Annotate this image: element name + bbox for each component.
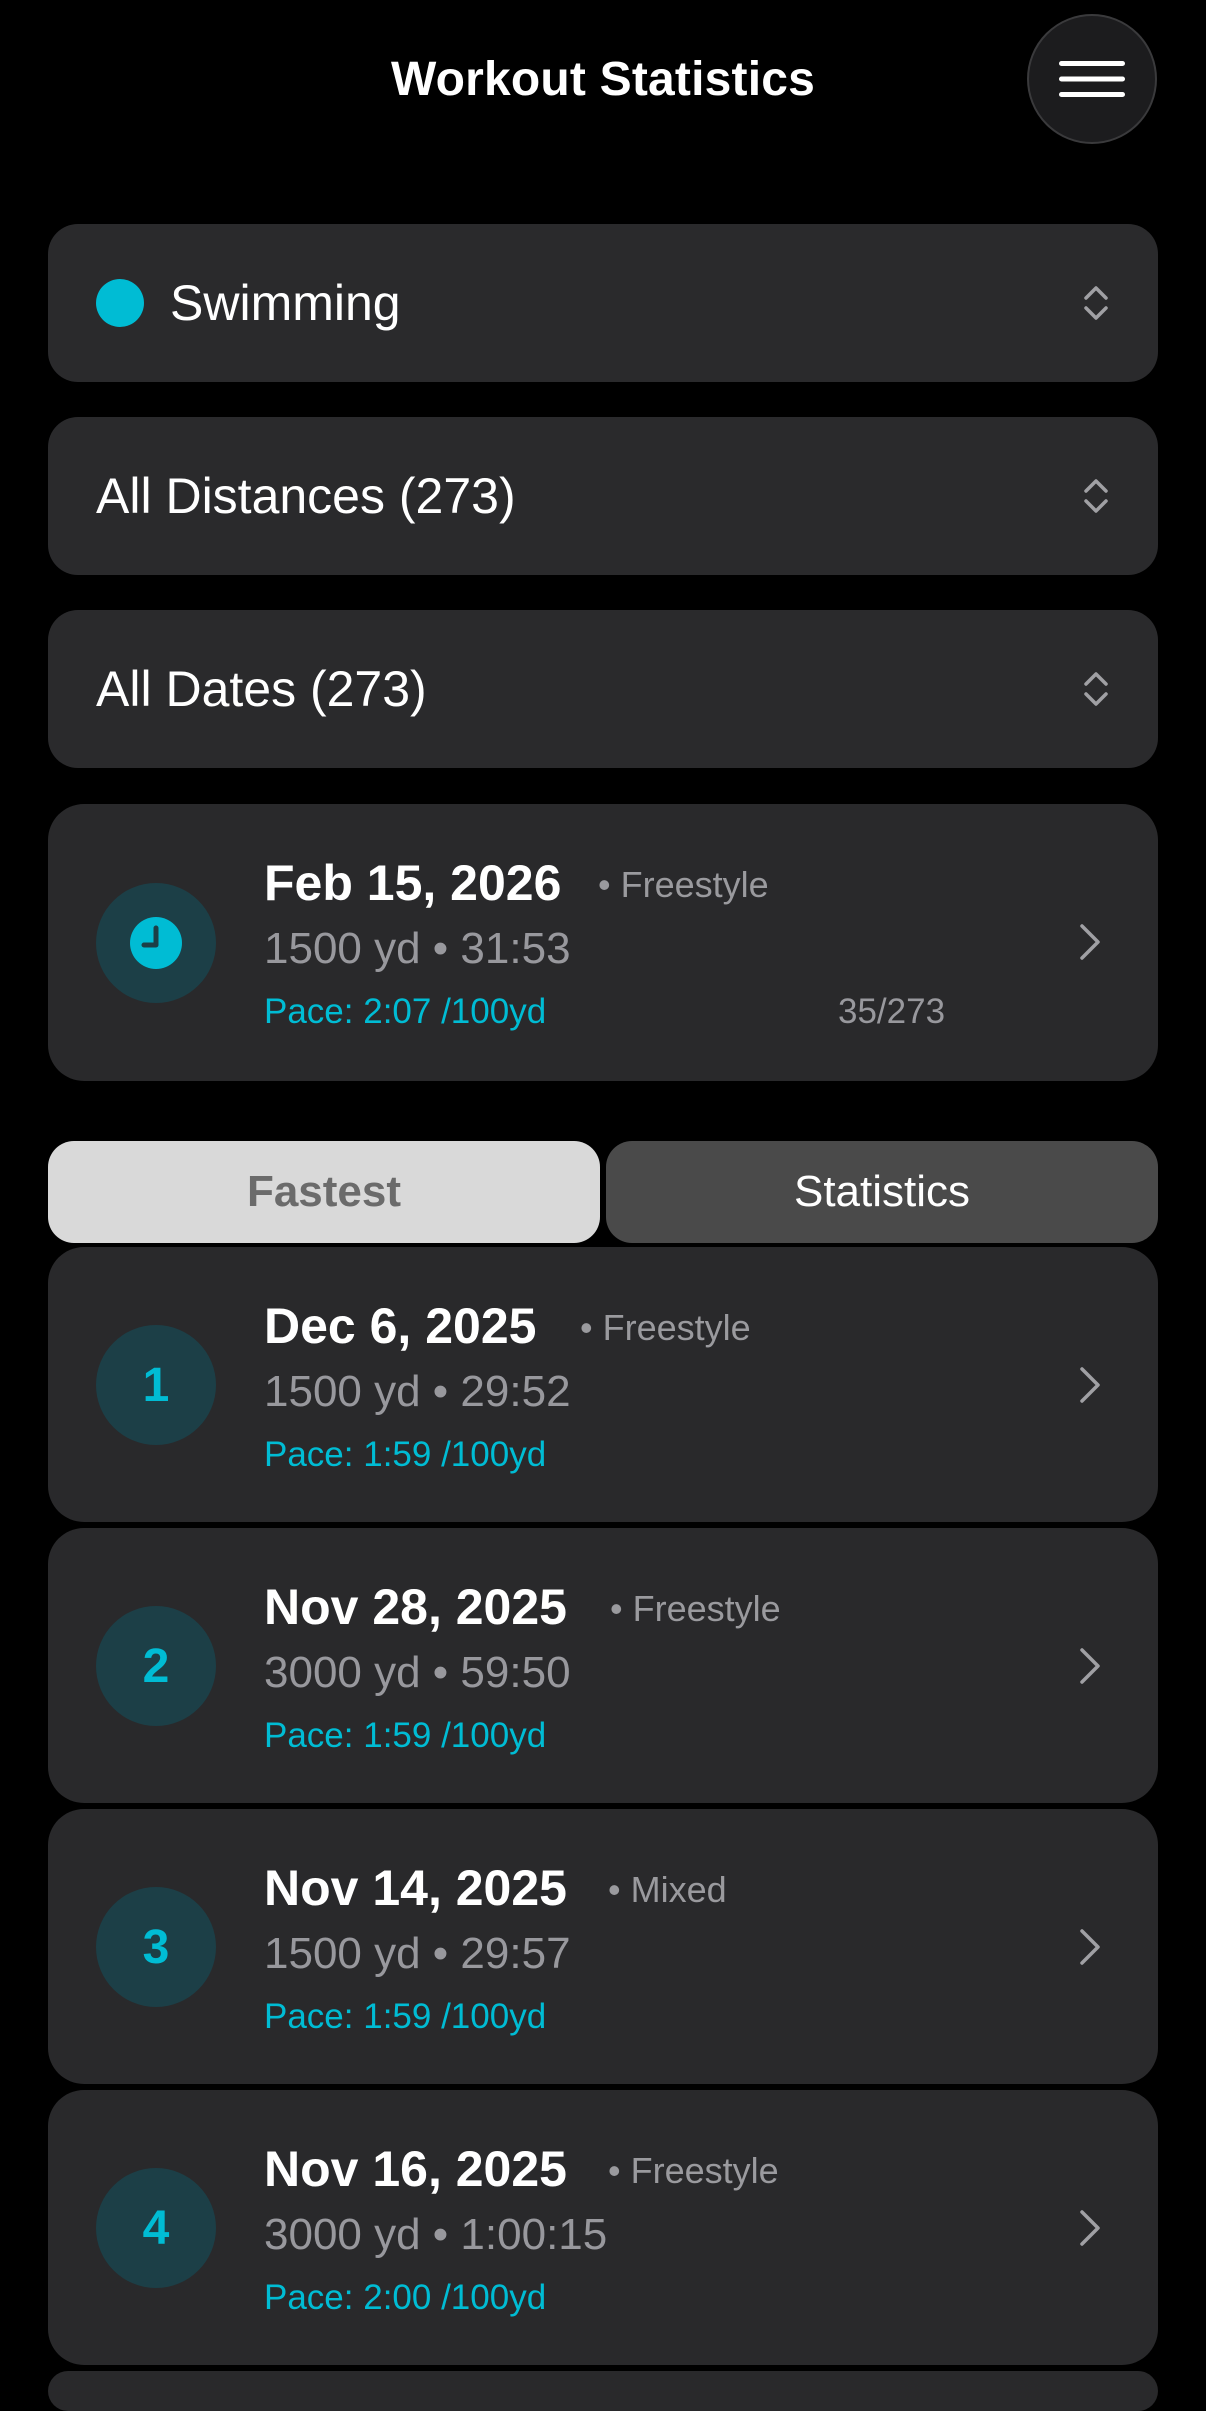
distance-picker-label: All Distances (273) <box>96 468 516 524</box>
workout-style: • Freestyle <box>610 1588 781 1629</box>
workout-date: Nov 28, 2025 <box>264 1579 567 1635</box>
workout-stats: 1500 yd • 29:52 <box>264 1367 571 1416</box>
workout-pace: Pace: 1:59 /100yd <box>264 1997 547 2036</box>
chevron-right-icon <box>1080 2210 1100 2246</box>
chevron-right-icon <box>1080 1648 1100 1684</box>
page-title: Workout Statistics <box>390 53 816 106</box>
rank-number: 2 <box>142 1639 170 1693</box>
list-item[interactable]: 4 Nov 16, 2025 • Freestyle 3000 yd • 1:0… <box>48 2090 1158 2365</box>
activity-picker[interactable]: Swimming <box>48 224 1158 382</box>
chevron-up-down-icon <box>1084 479 1108 513</box>
workout-date: Dec 6, 2025 <box>264 1298 537 1354</box>
workout-stats: 1500 yd • 31:53 <box>264 924 571 973</box>
rank-badge: 3 <box>96 1887 216 2007</box>
workout-style: • Freestyle <box>608 2150 779 2191</box>
tab-fastest[interactable]: Fastest <box>48 1141 600 1243</box>
header: Workout Statistics <box>0 0 1206 160</box>
dates-picker[interactable]: All Dates (273) <box>48 610 1158 768</box>
workout-style: • Freestyle <box>598 864 769 905</box>
latest-workout-card[interactable]: Feb 15, 2026 • Freestyle 1500 yd • 31:53… <box>48 804 1158 1081</box>
workout-style: • Freestyle <box>580 1307 751 1348</box>
rank-number: 3 <box>142 1920 170 1974</box>
rank-number: 1 <box>142 1358 170 1412</box>
distance-picker[interactable]: All Distances (273) <box>48 417 1158 575</box>
rank-badge: 1 <box>96 1325 216 1445</box>
workout-pace: Pace: 2:07 /100yd <box>264 992 547 1031</box>
workout-count: 35/273 <box>838 992 946 1031</box>
rank-number: 4 <box>142 2201 170 2255</box>
chevron-up-down-icon <box>1084 286 1108 320</box>
rank-badge: 4 <box>96 2168 216 2288</box>
swimming-color-dot <box>96 279 144 327</box>
chevron-right-icon <box>1080 1367 1100 1403</box>
menu-button[interactable] <box>1027 14 1157 144</box>
list-item[interactable]: 2 Nov 28, 2025 • Freestyle 3000 yd • 59:… <box>48 1528 1158 1803</box>
clock-icon <box>130 917 182 969</box>
list-item[interactable]: 1 Dec 6, 2025 • Freestyle 1500 yd • 29:5… <box>48 1247 1158 1522</box>
tab-statistics[interactable]: Statistics <box>606 1141 1158 1243</box>
list-item[interactable]: 3 Nov 14, 2025 • Mixed 1500 yd • 29:57 P… <box>48 1809 1158 2084</box>
list-item[interactable] <box>48 2371 1158 2411</box>
workout-date: Nov 16, 2025 <box>264 2141 567 2197</box>
activity-picker-label: Swimming <box>170 275 401 331</box>
dates-picker-label: All Dates (273) <box>96 661 427 717</box>
workout-date: Feb 15, 2026 <box>264 855 562 911</box>
workout-stats: 1500 yd • 29:57 <box>264 1929 571 1978</box>
rank-badge: 2 <box>96 1606 216 1726</box>
latest-workout-badge <box>96 883 216 1003</box>
workout-style: • Mixed <box>608 1869 727 1910</box>
chevron-up-down-icon <box>1084 672 1108 706</box>
workout-stats: 3000 yd • 59:50 <box>264 1648 571 1697</box>
workout-pace: Pace: 1:59 /100yd <box>264 1435 547 1474</box>
workout-date: Nov 14, 2025 <box>264 1860 567 1916</box>
workout-stats: 3000 yd • 1:00:15 <box>264 2210 608 2259</box>
chevron-right-icon <box>1080 1929 1100 1965</box>
workout-pace: Pace: 2:00 /100yd <box>264 2278 547 2317</box>
chevron-right-icon <box>1080 924 1100 960</box>
hamburger-menu-icon <box>1059 61 1125 97</box>
workout-pace: Pace: 1:59 /100yd <box>264 1716 547 1755</box>
